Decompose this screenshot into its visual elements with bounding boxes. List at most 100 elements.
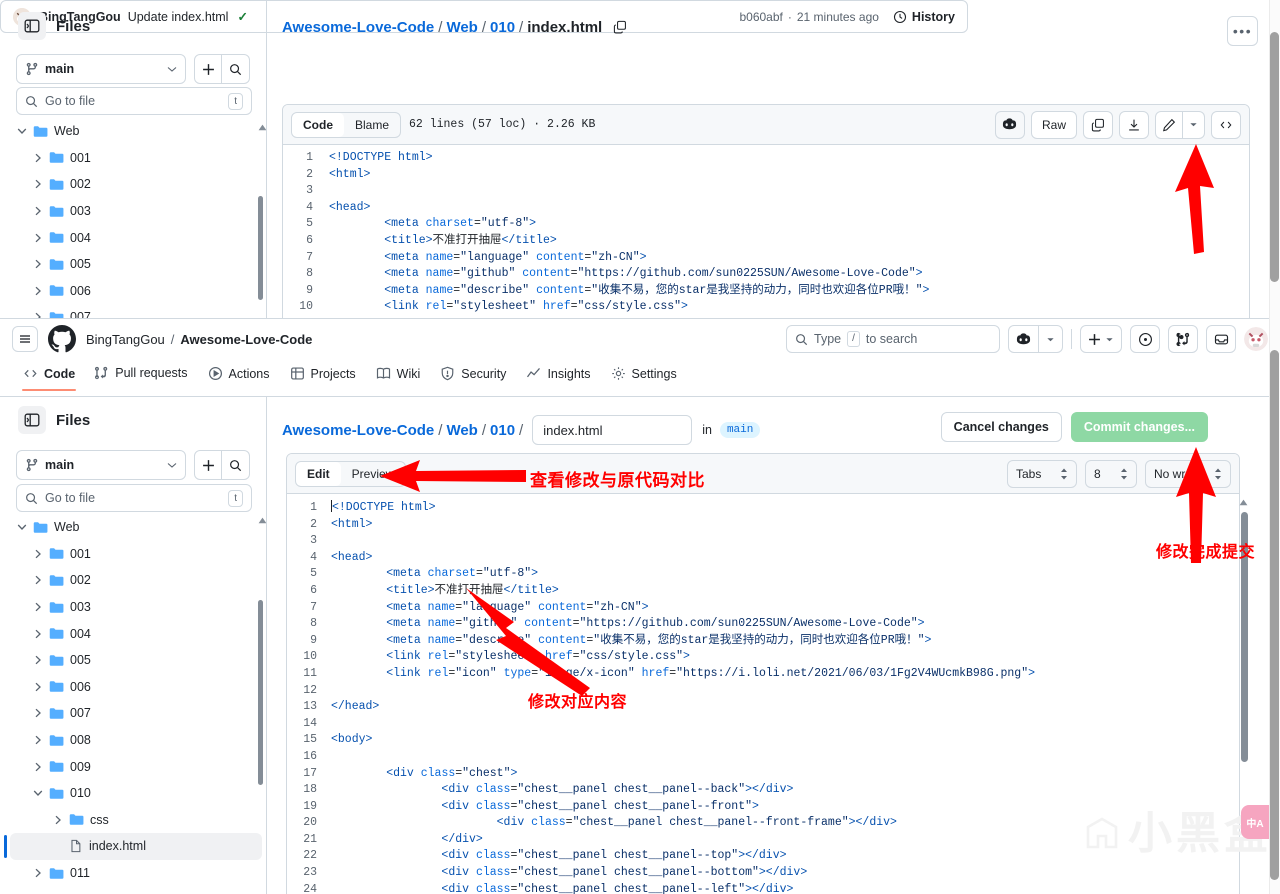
tree-item-001[interactable]: 001 [10, 145, 262, 172]
copilot-dropdown-button[interactable] [1039, 325, 1063, 353]
raw-button[interactable]: Raw [1030, 110, 1077, 139]
tree-item-006[interactable]: 006 [10, 278, 262, 305]
tree-item-css[interactable]: css [10, 807, 262, 834]
chevron-right-icon[interactable] [32, 602, 43, 612]
tree-item-007[interactable]: 007 [10, 304, 262, 318]
file-tree-top[interactable]: Web 001 002 003 004 005 006 007 [10, 118, 262, 318]
repo-nav-tabs[interactable]: Code Pull requests Actions Projects Wiki Secu… [0, 360, 1280, 397]
commit-status-check-icon[interactable]: ✓ [237, 9, 247, 24]
tree-item-008[interactable]: 008 [10, 727, 262, 754]
tab-code[interactable]: Code [292, 112, 344, 137]
tab-settings[interactable]: Settings [602, 360, 686, 391]
breadcrumb-part-0[interactable]: Web [446, 19, 477, 36]
code-blame-toggle[interactable]: Code Blame [291, 111, 402, 138]
page-scrollbar-thumb-bottom[interactable] [1270, 350, 1279, 880]
code-view-button[interactable] [1211, 110, 1241, 139]
edit-breadcrumb-repo-link[interactable]: Awesome-Love-Code [282, 422, 434, 439]
add-file-button-bottom[interactable] [194, 450, 222, 480]
edit-file-button[interactable] [1155, 110, 1183, 139]
chevron-right-icon[interactable] [32, 735, 43, 745]
commit-sha[interactable]: b060abf [739, 10, 782, 24]
go-to-file-input[interactable]: Go to file t [16, 87, 252, 115]
history-link[interactable]: History [893, 10, 955, 24]
branch-selector[interactable]: main [16, 54, 186, 84]
chevron-right-icon[interactable] [32, 179, 43, 189]
chevron-right-icon[interactable] [32, 708, 43, 718]
header-repo-link[interactable]: Awesome-Love-Code [180, 332, 312, 347]
tab-pull-requests[interactable]: Pull requests [86, 360, 196, 390]
chevron-right-icon[interactable] [32, 153, 43, 163]
editor-scroll-up-arrow-icon[interactable] [1239, 499, 1248, 506]
edit-preview-toggle[interactable]: Edit Preview [295, 460, 407, 487]
global-search-input[interactable]: Type / to search [786, 325, 1000, 353]
indent-size-select[interactable]: 8 [1085, 459, 1137, 488]
chevron-right-icon[interactable] [32, 233, 43, 243]
tree-item-003[interactable]: 003 [10, 198, 262, 225]
chevron-right-icon[interactable] [32, 762, 43, 772]
create-new-button[interactable] [1080, 325, 1122, 353]
sidebar-toggle-icon[interactable] [18, 12, 46, 40]
search-files-button-bottom[interactable] [222, 450, 250, 480]
add-file-button[interactable] [194, 54, 222, 84]
tab-preview[interactable]: Preview [341, 462, 406, 486]
indent-mode-select[interactable]: Tabs [1007, 459, 1077, 488]
tree-item-index-html[interactable]: index.html [4, 833, 262, 860]
chevron-down-icon[interactable] [16, 523, 27, 531]
commit-changes-button[interactable]: Commit changes... [1070, 412, 1208, 442]
tree-item-002[interactable]: 002 [10, 171, 262, 198]
issues-button[interactable] [1130, 325, 1160, 353]
cancel-changes-button[interactable]: Cancel changes [940, 412, 1062, 442]
edit-dropdown-button[interactable] [1183, 110, 1205, 139]
chevron-right-icon[interactable] [32, 629, 43, 639]
tab-wiki[interactable]: Wiki [367, 360, 430, 391]
file-tree-scrollbar-top[interactable] [258, 196, 263, 300]
tree-item-004[interactable]: 004 [10, 620, 262, 647]
avatar[interactable] [1244, 327, 1268, 351]
tree-item-web[interactable]: Web [10, 118, 262, 145]
hamburger-icon[interactable] [12, 326, 38, 352]
tree-item-003[interactable]: 003 [10, 594, 262, 621]
inbox-button[interactable] [1206, 325, 1236, 353]
chevron-right-icon[interactable] [32, 286, 43, 296]
tab-code[interactable]: Code [14, 360, 84, 391]
tree-item-006[interactable]: 006 [10, 674, 262, 701]
breadcrumb-repo-link[interactable]: Awesome-Love-Code [282, 19, 434, 36]
tree-item-005[interactable]: 005 [10, 251, 262, 278]
translate-button[interactable]: 中A [1241, 805, 1269, 839]
tab-insights[interactable]: Insights [517, 360, 599, 391]
branch-selector-bottom[interactable]: main [16, 450, 186, 480]
chevron-right-icon[interactable] [32, 655, 43, 665]
chevron-down-icon[interactable] [32, 789, 43, 797]
code-viewer-top[interactable]: 1 <!DOCTYPE html> 2 <html> 3 4 <head> 5 <meta c… [283, 145, 1249, 316]
tree-item-007[interactable]: 007 [10, 700, 262, 727]
header-owner-link[interactable]: BingTangGou [86, 332, 165, 347]
sidebar-toggle-icon-bottom[interactable] [18, 406, 46, 434]
edit-breadcrumb-part-1[interactable]: 010 [490, 422, 515, 439]
tree-item-005[interactable]: 005 [10, 647, 262, 674]
download-button[interactable] [1119, 110, 1149, 139]
commit-message[interactable]: Update index.html [128, 10, 229, 24]
tree-item-011[interactable]: 011 [10, 860, 262, 887]
pull-requests-button[interactable] [1168, 325, 1198, 353]
tree-item-010[interactable]: 010 [10, 780, 262, 807]
chevron-right-icon[interactable] [32, 575, 43, 585]
tree-item-012[interactable]: 012 [10, 886, 262, 894]
file-tree-scrollbar-bottom[interactable] [258, 600, 263, 785]
chevron-right-icon[interactable] [52, 815, 63, 825]
copilot-button[interactable] [994, 110, 1025, 139]
tab-security[interactable]: Security [431, 360, 515, 391]
tree-item-001[interactable]: 001 [10, 541, 262, 568]
chevron-right-icon[interactable] [32, 682, 43, 692]
tab-edit[interactable]: Edit [296, 461, 341, 486]
edit-breadcrumb-part-0[interactable]: Web [446, 422, 477, 439]
github-logo-icon[interactable] [48, 325, 76, 353]
chevron-right-icon[interactable] [32, 549, 43, 559]
chevron-right-icon[interactable] [32, 868, 43, 878]
tree-item-web[interactable]: Web [10, 514, 262, 541]
tree-item-004[interactable]: 004 [10, 224, 262, 251]
tab-projects[interactable]: Projects [281, 360, 365, 391]
tab-actions[interactable]: Actions [199, 360, 279, 391]
file-tree-bottom[interactable]: Web 001 002 003 004 005 006 007 008 009 010 css inde… [4, 514, 262, 894]
wrap-mode-select[interactable]: No wrap [1145, 459, 1231, 488]
copilot-header-button[interactable] [1008, 325, 1039, 353]
